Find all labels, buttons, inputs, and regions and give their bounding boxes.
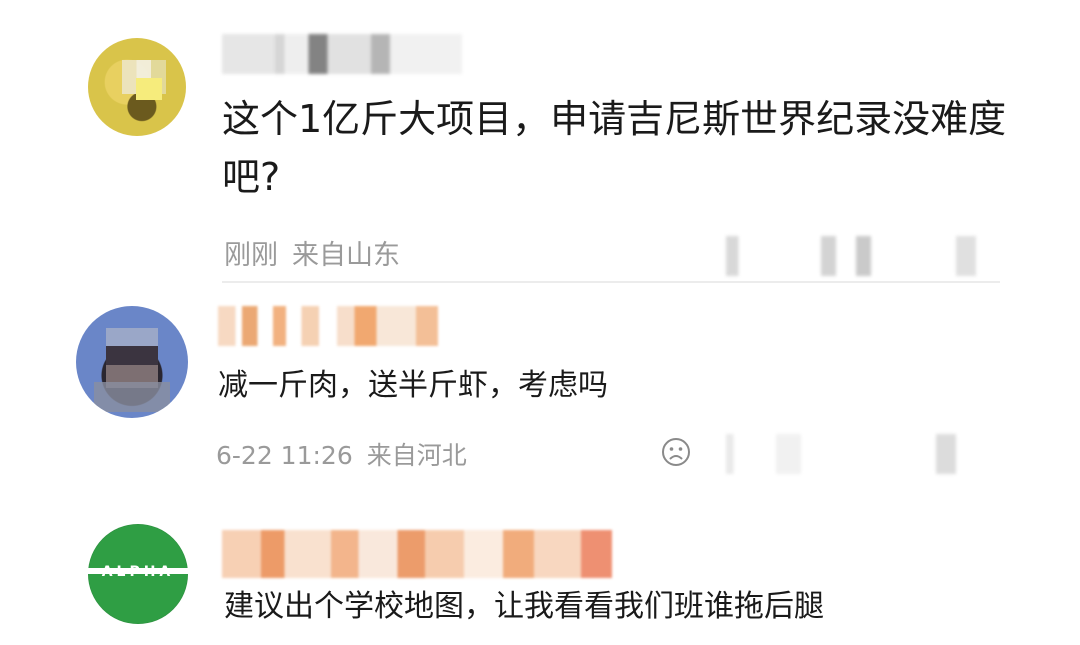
comment-location: 来自河北 bbox=[366, 441, 467, 470]
comment-meta: 刚刚 来自山东 bbox=[224, 236, 400, 276]
comment-actions-obscured[interactable] bbox=[726, 434, 976, 474]
comment-time: 刚刚 bbox=[224, 240, 278, 271]
avatar-blur bbox=[106, 328, 158, 388]
divider bbox=[222, 281, 1000, 283]
sad-face-icon[interactable] bbox=[661, 437, 691, 467]
username-obscured[interactable] bbox=[222, 34, 462, 74]
comment-text: 建议出个学校地图，让我看看我们班谁拖后腿 bbox=[224, 589, 824, 624]
comment-location: 来自山东 bbox=[292, 240, 400, 271]
comment-thread: 这个1亿斤大项目，申请吉尼斯世界纪录没难度吧? 刚刚 来自山东 减一斤肉，送半斤虾… bbox=[0, 0, 1080, 645]
comment-meta: 6-22 11:26 来自河北 bbox=[216, 436, 467, 476]
avatar-logo-text: ALPHA bbox=[101, 564, 175, 580]
username-obscured[interactable] bbox=[222, 530, 612, 578]
avatar[interactable]: ALPHA bbox=[88, 524, 188, 624]
avatar[interactable] bbox=[76, 306, 188, 418]
comment-text: 减一斤肉，送半斤虾，考虑吗 bbox=[218, 368, 608, 403]
comment-text: 这个1亿斤大项目，申请吉尼斯世界纪录没难度吧? bbox=[222, 97, 1007, 199]
avatar-blur bbox=[136, 78, 162, 100]
avatar[interactable] bbox=[88, 38, 186, 136]
username-obscured[interactable] bbox=[218, 306, 438, 346]
comment-time: 6-22 11:26 bbox=[216, 441, 353, 470]
avatar-blur bbox=[94, 382, 170, 412]
comment-actions-obscured[interactable] bbox=[726, 236, 976, 276]
